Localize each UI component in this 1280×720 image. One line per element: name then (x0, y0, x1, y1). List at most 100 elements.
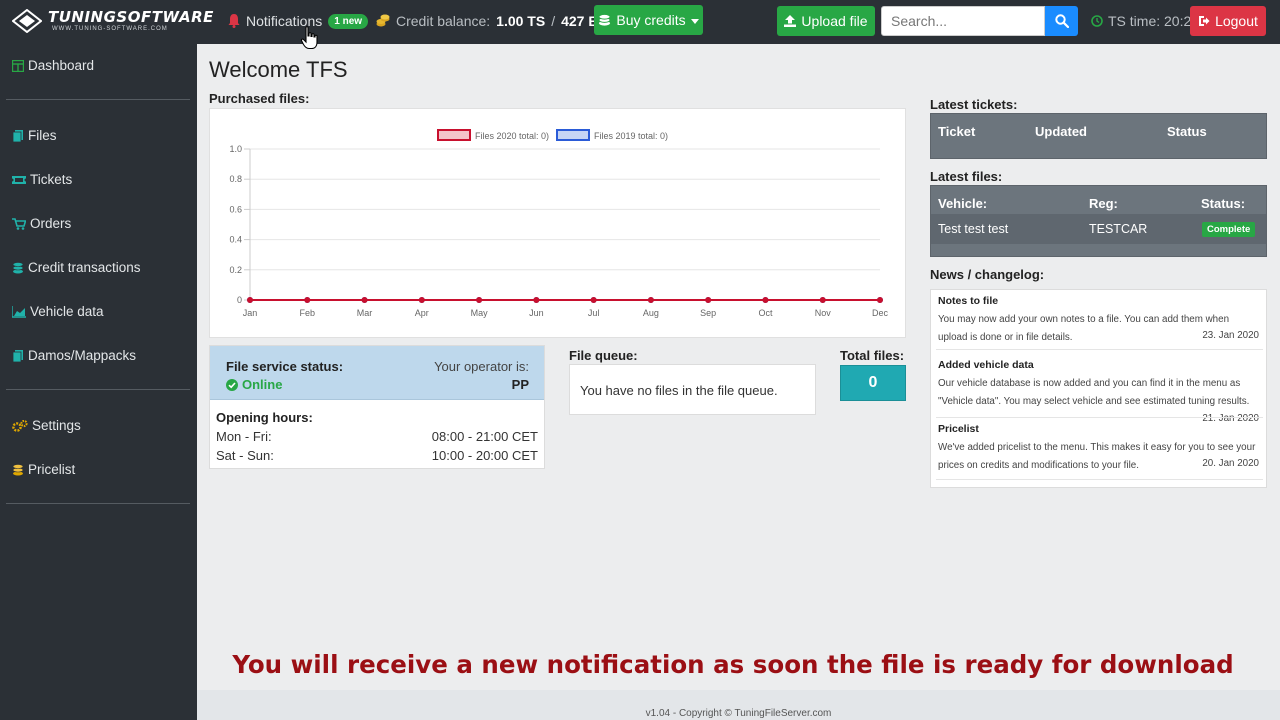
news-divider (936, 479, 1263, 480)
hours-days: Mon - Fri: (216, 429, 272, 444)
credit-separator: / (551, 13, 556, 29)
sidebar-item-files[interactable]: Files (12, 128, 57, 143)
buy-credits-button[interactable]: Buy credits (594, 5, 703, 35)
sidebar-item-pricelist[interactable]: Pricelist (12, 462, 75, 477)
hours-days: Sat - Sun: (216, 448, 274, 463)
sidebar-divider (6, 99, 190, 100)
y-tick-label: 0.6 (229, 204, 242, 214)
buy-credits-label: Buy credits (616, 12, 686, 28)
data-point (533, 297, 540, 303)
sidebar-item-vehicle-data[interactable]: Vehicle data (12, 304, 104, 319)
sidebar-divider (6, 389, 190, 390)
data-point (819, 297, 826, 303)
x-tick-label: Oct (758, 308, 773, 318)
y-tick-label: 0 (237, 295, 242, 305)
ticket-icon (12, 175, 26, 184)
sign-out-icon (1199, 16, 1210, 26)
table-header: Status: (1201, 196, 1246, 211)
sidebar-item-damos-mappacks[interactable]: Damos/Mappacks (12, 348, 136, 363)
file-reg: TESTCAR (1089, 222, 1148, 236)
top-navbar: TUNINGSOFTWARE WWW.TUNING-SOFTWARE.COM N… (0, 0, 1280, 44)
search-button[interactable] (1045, 6, 1078, 36)
logout-button[interactable]: Logout (1190, 6, 1266, 36)
data-point (647, 297, 654, 303)
x-tick-label: Jan (243, 308, 258, 318)
bell-icon (228, 14, 240, 28)
operator-label: Your operator is: (434, 359, 529, 374)
legend-swatch (556, 129, 590, 141)
data-point (247, 297, 253, 303)
latest-tickets-table: Ticket Updated Status (930, 113, 1267, 159)
sidebar-item-label: Damos/Mappacks (28, 348, 137, 363)
latest-tickets-label: Latest tickets: (930, 97, 1018, 112)
file-service-label: File service status: (226, 359, 344, 374)
table-header: Reg: (1089, 196, 1118, 211)
sidebar-item-dashboard[interactable]: Dashboard (12, 58, 94, 73)
sidebar-item-label: Settings (32, 418, 81, 433)
sidebar-item-tickets[interactable]: Tickets (12, 172, 72, 187)
table-header: Updated (1035, 124, 1087, 139)
page-title: Welcome TFS (209, 57, 348, 82)
news-title: Added vehicle data (938, 359, 1034, 371)
sidebar-item-credit-transactions[interactable]: Credit transactions (12, 260, 141, 275)
line-chart: 1.0 0.8 0.6 0.4 0.2 0Jan Feb Mar Apr May Jun Jul Aug… (229, 129, 888, 318)
file-queue-box: You have no files in the file queue. (569, 364, 816, 415)
file-queue-label: File queue: (569, 348, 638, 363)
coins-icon (12, 463, 24, 475)
sidebar: Dashboard Files Tickets Orders Credit tr… (0, 44, 197, 720)
brand-logo[interactable]: TUNINGSOFTWARE WWW.TUNING-SOFTWARE.COM (12, 9, 214, 33)
files-icon (12, 129, 23, 142)
notifications-badge: 1 new (328, 13, 369, 29)
video-caption: You will receive a new notification as s… (232, 650, 1234, 679)
hours-time: 10:00 - 20:00 CET (431, 448, 538, 463)
news-text: Our vehicle database is now added and yo… (938, 378, 1250, 407)
opening-hours-label: Opening hours: (216, 410, 313, 425)
sidebar-item-orders[interactable]: Orders (12, 216, 71, 231)
news-text: You may now add your own notes to a file… (938, 314, 1230, 343)
search-input[interactable] (881, 6, 1045, 36)
sidebar-item-label: Pricelist (28, 462, 76, 477)
file-service-header: File service status: Online Your operato… (210, 346, 544, 400)
credit-ts-value: 1.00 TS (496, 13, 546, 29)
purchased-files-label: Purchased files: (209, 91, 310, 106)
credit-balance: Credit balance: 1.00 TS / 427 EVC (376, 13, 617, 29)
table-row[interactable]: Test test test TESTCAR Complete (931, 214, 1266, 244)
cart-icon (12, 217, 26, 230)
data-point (705, 297, 712, 303)
total-files-label: Total files: (840, 348, 905, 363)
footer: v1.04 - Copyright © TuningFileServer.com (197, 690, 1280, 720)
table-header: Status (1167, 124, 1207, 139)
y-tick-label: 0.4 (229, 235, 242, 245)
upload-label: Upload file (801, 13, 868, 29)
copy-icon (12, 349, 23, 362)
legend-label: Files 2020 total: 0) (475, 131, 549, 141)
service-status-text: Online (242, 377, 283, 392)
data-point (476, 297, 483, 303)
check-circle-icon (226, 378, 238, 391)
data-point (304, 297, 311, 303)
footer-copyright: v1.04 - Copyright © TuningFileServer.com (645, 708, 832, 719)
news-date: 23. Jan 2020 (1202, 330, 1259, 341)
ts-time: TS time: 20:20 (1091, 13, 1199, 29)
operator-name: PP (511, 377, 529, 392)
logout-label: Logout (1215, 13, 1258, 29)
latest-files-label: Latest files: (930, 169, 1003, 184)
notifications-link[interactable]: Notifications 1 new (228, 13, 369, 29)
chip-logo-icon (12, 9, 42, 33)
total-files-count: 0 (840, 365, 906, 401)
sidebar-item-label: Tickets (30, 172, 73, 187)
file-vehicle: Test test test (938, 222, 1009, 236)
upload-file-button[interactable]: Upload file (777, 6, 875, 36)
search-icon (1054, 14, 1069, 28)
y-tick-label: 0.2 (229, 265, 242, 275)
news-title: Pricelist (938, 423, 979, 435)
service-status: Online (226, 377, 282, 392)
x-tick-label: Nov (815, 308, 832, 318)
file-service-card: File service status: Online Your operato… (209, 345, 545, 469)
x-tick-label: Jun (529, 308, 544, 318)
data-point (877, 297, 883, 303)
sidebar-item-label: Credit transactions (28, 260, 141, 275)
hand-cursor-icon (300, 26, 318, 50)
sidebar-item-settings[interactable]: Settings (12, 418, 81, 433)
chevron-down-icon (690, 18, 699, 24)
